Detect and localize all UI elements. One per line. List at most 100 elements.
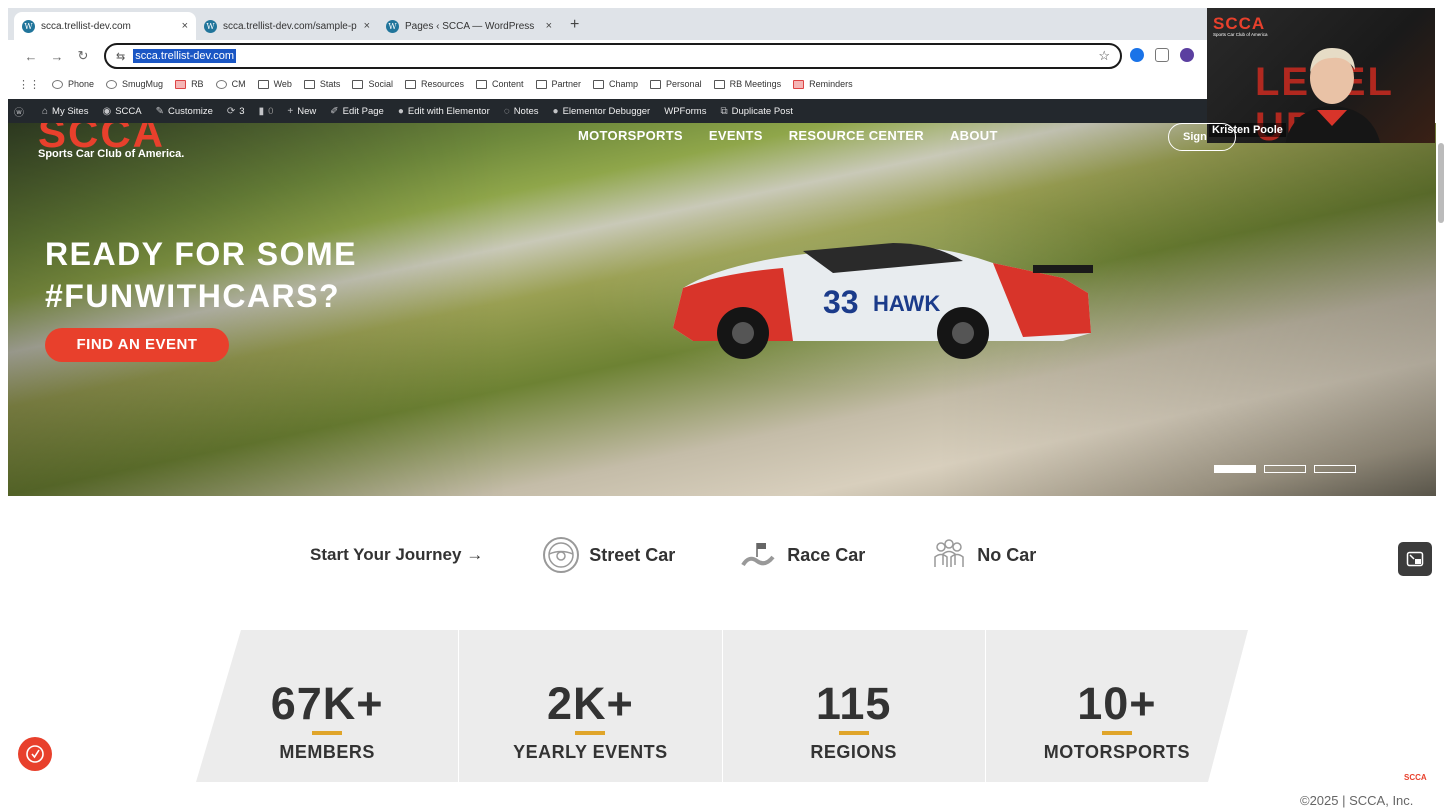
bookmark-personal[interactable]: Personal <box>650 79 702 89</box>
notes-icon: ◌ <box>503 105 510 117</box>
bookmark-web[interactable]: Web <box>257 79 292 89</box>
rb-icon <box>175 79 187 89</box>
bookmark-champ[interactable]: Champ <box>593 79 638 89</box>
forward-icon[interactable]: → <box>44 49 70 64</box>
browser-tab-3[interactable]: W Pages ‹ SCCA — WordPress × <box>378 12 560 40</box>
hero-title-line-1: READY FOR SOME <box>45 236 357 272</box>
bookmark-phone[interactable]: Phone <box>52 79 94 89</box>
bookmark-label: Web <box>273 79 292 89</box>
wp-notes[interactable]: ◌ Notes <box>504 106 539 117</box>
cm-icon <box>215 79 227 89</box>
bookmark-stats[interactable]: Stats <box>303 79 341 89</box>
nav-resource-center[interactable]: RESOURCE CENTER <box>789 128 924 143</box>
wp-my-sites[interactable]: ⌂ My Sites <box>42 106 88 117</box>
elementor-icon: ● <box>397 105 404 117</box>
address-bar-row: ← → ↻ ⇆ scca.trellist-dev.com ☆ <box>8 40 1208 72</box>
close-tab-icon[interactable]: × <box>364 20 370 32</box>
wp-label: SCCA <box>115 105 142 117</box>
nav-events[interactable]: EVENTS <box>709 128 763 143</box>
bookmark-label: Stats <box>319 79 341 89</box>
tab-label: scca.trellist-dev.com/sample-p <box>223 20 357 32</box>
wp-duplicate-post[interactable]: ⧉ Duplicate Post <box>720 106 792 117</box>
wp-elementor-debugger[interactable]: ● Elementor Debugger <box>553 106 651 117</box>
wp-label: Edit with Elementor <box>407 105 490 117</box>
page-scrollbar-thumb[interactable] <box>1438 143 1444 223</box>
url-input[interactable]: ⇆ scca.trellist-dev.com ☆ <box>104 43 1122 69</box>
stat-members: 67K+ MEMBERS <box>196 630 459 782</box>
wp-comments[interactable]: ▮ 0 <box>259 106 274 117</box>
back-icon[interactable]: ← <box>18 49 44 64</box>
bookmark-label: CM <box>231 79 246 89</box>
updates-icon: ⟳ <box>226 105 236 117</box>
presenter-image <box>1285 48 1381 143</box>
bookmark-social[interactable]: Social <box>352 79 393 89</box>
close-tab-icon[interactable]: × <box>182 20 188 32</box>
wordpress-logo-icon[interactable]: ⓦ <box>14 104 28 119</box>
sign-in-button[interactable]: Sign <box>1168 123 1236 151</box>
stat-value: 115 <box>815 678 892 729</box>
bookmark-rb[interactable]: RB <box>175 79 204 89</box>
stat-value: 2K+ <box>546 678 634 729</box>
wp-site[interactable]: ◉ SCCA <box>102 106 141 117</box>
bookmark-partner[interactable]: Partner <box>535 79 581 89</box>
smugmug-icon <box>106 79 118 89</box>
bookmark-label: SmugMug <box>122 79 164 89</box>
wp-label: 3 <box>239 105 245 117</box>
wp-new[interactable]: + New <box>287 106 316 117</box>
close-tab-icon[interactable]: × <box>546 20 552 32</box>
bookmark-cm[interactable]: CM <box>215 79 246 89</box>
stat-accent-bar <box>575 731 605 735</box>
info-icon: ● <box>552 105 559 117</box>
dashboard-icon: ◉ <box>102 105 112 117</box>
wordpress-icon: W <box>386 19 399 33</box>
browser-tab-1[interactable]: W scca.trellist-dev.com × <box>14 12 196 40</box>
bookmark-label: RB <box>191 79 204 89</box>
wp-updates[interactable]: ⟳ 3 <box>227 106 245 117</box>
bookmark-star-icon[interactable]: ☆ <box>1098 48 1110 64</box>
site-nav: MOTORSPORTS EVENTS RESOURCE CENTER ABOUT <box>578 128 1024 143</box>
find-an-event-button[interactable]: FIND AN EVENT <box>45 328 229 362</box>
bookmark-resources[interactable]: Resources <box>404 79 464 89</box>
hero-title-line-2: #FUNWITHCARS? <box>45 278 341 314</box>
race-track-flag-icon <box>741 543 775 567</box>
journey-no-car[interactable]: No Car <box>929 535 1036 575</box>
wp-wpforms[interactable]: WPForms <box>664 106 706 117</box>
journey-label: No Car <box>977 544 1037 565</box>
carousel-dot-3[interactable] <box>1314 465 1356 473</box>
webcam-brand: SCCA <box>1213 14 1266 33</box>
car-number: 33 <box>823 284 859 320</box>
bookmark-label: Reminders <box>809 79 853 89</box>
carousel-indicators <box>1214 465 1364 473</box>
carousel-dot-2[interactable] <box>1264 465 1306 473</box>
journey-race-car[interactable]: Race Car <box>739 535 865 575</box>
tab-label: Pages ‹ SCCA — WordPress <box>405 20 535 32</box>
nav-motorsports[interactable]: MOTORSPORTS <box>578 128 683 143</box>
bookmark-smugmug[interactable]: SmugMug <box>106 79 163 89</box>
wp-edit-elementor[interactable]: ● Edit with Elementor <box>398 106 490 117</box>
new-tab-button[interactable]: + <box>560 16 589 40</box>
bookmark-rb-meetings[interactable]: RB Meetings <box>713 79 782 89</box>
browser-tab-2[interactable]: W scca.trellist-dev.com/sample-p × <box>196 12 378 40</box>
profile-icon[interactable] <box>1180 48 1194 62</box>
extension-icon[interactable] <box>1130 48 1144 62</box>
camera-icon[interactable] <box>1155 48 1169 62</box>
wp-label: Notes <box>513 105 539 117</box>
footer-logo: SCCA <box>1404 773 1427 782</box>
wp-edit-page[interactable]: ✐ Edit Page <box>330 106 384 117</box>
accessibility-button[interactable] <box>18 737 52 771</box>
stat-accent-bar <box>839 731 869 735</box>
carousel-dot-1[interactable] <box>1214 465 1256 473</box>
apps-grid-icon[interactable]: ⋮⋮ <box>18 78 40 91</box>
race-car-image: 33 HAWK <box>673 243 1093 359</box>
stat-label: REGIONS <box>810 742 897 762</box>
nav-about[interactable]: ABOUT <box>950 128 998 143</box>
journey-street-car[interactable]: Street Car <box>541 535 675 575</box>
picture-in-picture-button[interactable] <box>1398 542 1432 576</box>
bookmark-reminders[interactable]: Reminders <box>793 79 853 89</box>
bookmark-content[interactable]: Content <box>475 79 524 89</box>
site-settings-icon[interactable]: ⇆ <box>116 50 125 63</box>
bookmark-label: RB Meetings <box>729 79 782 89</box>
journey-label: Street Car <box>589 544 676 565</box>
wp-customize[interactable]: ✎ Customize <box>156 106 213 117</box>
reload-icon[interactable]: ↻ <box>70 48 96 64</box>
